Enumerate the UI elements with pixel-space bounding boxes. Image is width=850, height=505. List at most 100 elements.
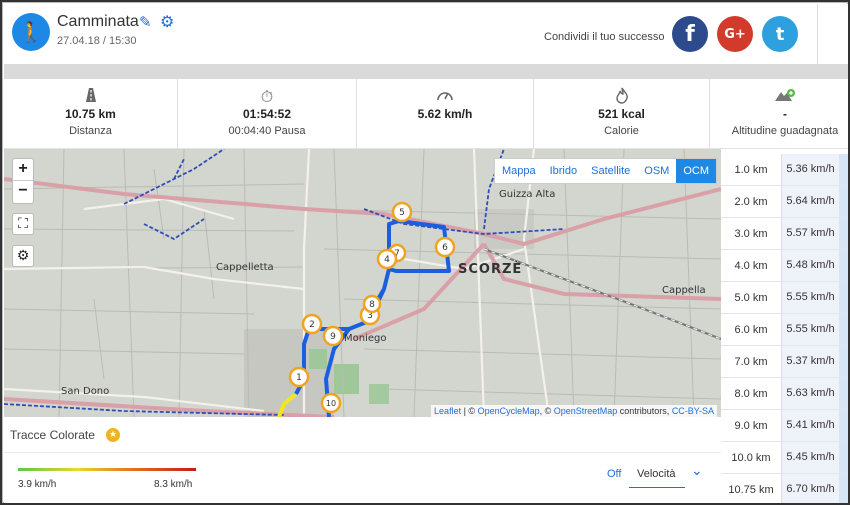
- split-bar: [839, 474, 848, 503]
- stat-duration: ⏱ 01:54:52 00:04:40 Pausa: [178, 79, 357, 149]
- speedometer-icon: [357, 87, 533, 107]
- split-bar: [839, 442, 848, 473]
- activity-title: Camminata: [57, 13, 139, 30]
- layer-ibrido[interactable]: Ibrido: [543, 159, 585, 183]
- stat-label: Altitudine guadagnata: [731, 125, 839, 137]
- split-speed: 5.63 km/h: [781, 378, 839, 409]
- split-bar: [839, 250, 848, 281]
- table-row: 9.0 km 5.41 km/h: [721, 410, 848, 442]
- layer-satellite[interactable]: Satellite: [584, 159, 637, 183]
- layer-mappa[interactable]: Mappa: [495, 159, 543, 183]
- split-bar: [839, 186, 848, 217]
- split-speed: 5.64 km/h: [781, 186, 839, 217]
- place-label-scorze: SCORZÈ: [458, 261, 522, 277]
- stat-value: 10.75 km: [65, 107, 116, 121]
- chevron-down-icon[interactable]: ⌄: [691, 463, 703, 479]
- leaflet-link[interactable]: Leaflet: [434, 406, 461, 416]
- split-bar: [839, 154, 848, 185]
- place-label-cappella: Cappella: [662, 285, 706, 296]
- layer-osm[interactable]: OSM: [637, 159, 676, 183]
- googleplus-share-button[interactable]: G+: [717, 16, 753, 52]
- split-distance: 4.0 km: [734, 260, 768, 272]
- opencyclemap-link[interactable]: OpenCycleMap: [478, 406, 540, 416]
- stat-calories: 521 kcal Calorie: [534, 79, 710, 149]
- split-speed: 5.55 km/h: [781, 282, 839, 313]
- split-speed: 5.45 km/h: [781, 442, 839, 473]
- split-bar: [839, 346, 848, 377]
- route-marker[interactable]: 10: [320, 392, 342, 414]
- fullscreen-icon[interactable]: ⛶: [12, 213, 34, 235]
- table-row: 8.0 km 5.63 km/h: [721, 378, 848, 410]
- gear-icon[interactable]: ⚙: [160, 12, 174, 32]
- attribution-text: | ©: [461, 406, 478, 416]
- place-label-guizza-alta: Guizza Alta: [499, 189, 555, 200]
- flame-icon: [534, 87, 709, 108]
- tracks-off-button[interactable]: Off: [607, 468, 621, 480]
- svg-text:9: 9: [330, 332, 336, 342]
- svg-text:5: 5: [399, 208, 405, 218]
- stat-speed: 5.62 km/h: [357, 79, 534, 149]
- place-label-cappelletta: Cappelletta: [216, 262, 274, 273]
- split-bar: [839, 410, 848, 441]
- zoom-out-button[interactable]: −: [13, 181, 33, 203]
- share-text: Condividi il tuo successo: [544, 31, 665, 43]
- split-bar: [839, 282, 848, 313]
- route-marker[interactable]: 5: [391, 201, 413, 223]
- layer-switcher: Mappa Ibrido Satellite OSM OCM: [493, 158, 717, 184]
- split-speed: 5.41 km/h: [781, 410, 839, 441]
- split-speed: 5.36 km/h: [781, 154, 839, 185]
- split-distance: 1.0 km: [734, 164, 768, 176]
- split-distance: 5.0 km: [734, 292, 768, 304]
- twitter-share-button[interactable]: t: [762, 16, 798, 52]
- zoom-control: + −: [12, 158, 34, 204]
- split-speed: 6.70 km/h: [781, 474, 839, 503]
- table-row: 10.75 km 6.70 km/h: [721, 474, 848, 503]
- layer-ocm[interactable]: OCM: [676, 159, 716, 183]
- split-speed: 5.37 km/h: [781, 346, 839, 377]
- attribution-text: contributors,: [617, 406, 672, 416]
- place-label-san-dono: San Dono: [61, 386, 109, 397]
- stat-elevation: - Altitudine guadagnata: [710, 79, 848, 149]
- route-marker[interactable]: 1: [288, 366, 310, 388]
- route-marker[interactable]: 9: [322, 325, 344, 347]
- svg-text:8: 8: [369, 300, 375, 310]
- split-distance: 6.0 km: [734, 324, 768, 336]
- mountain-up-icon: [710, 87, 848, 107]
- activity-header: 🚶 Camminata ✎ ⚙ 27.04.18 / 15:30 Condivi…: [4, 4, 848, 64]
- table-row: 6.0 km 5.55 km/h: [721, 314, 848, 346]
- stopwatch-icon: ⏱: [260, 87, 274, 106]
- svg-text:1: 1: [296, 373, 302, 383]
- route-marker[interactable]: 2: [301, 313, 323, 335]
- split-bar: [839, 218, 848, 249]
- colored-tracks-title: Tracce Colorate: [10, 428, 95, 442]
- table-row: 5.0 km 5.55 km/h: [721, 282, 848, 314]
- zoom-in-button[interactable]: +: [13, 159, 33, 181]
- pencil-icon[interactable]: ✎: [139, 13, 152, 31]
- split-bar: [839, 314, 848, 345]
- stat-label: 00:04:40 Pausa: [228, 125, 306, 137]
- openstreetmap-link[interactable]: OpenStreetMap: [554, 406, 618, 416]
- split-distance: 3.0 km: [734, 228, 768, 240]
- table-row: 7.0 km 5.37 km/h: [721, 346, 848, 378]
- split-distance: 9.0 km: [734, 420, 768, 432]
- stat-value: -: [783, 107, 787, 121]
- split-distance: 10.0 km: [731, 452, 771, 464]
- gear-icon[interactable]: ⚙: [12, 245, 34, 267]
- route-map[interactable]: Cappelletta SCORZÈ Guizza Alta Cappella …: [4, 149, 721, 417]
- table-row: 2.0 km 5.64 km/h: [721, 186, 848, 218]
- split-bar: [839, 378, 848, 409]
- route-marker[interactable]: 8: [362, 294, 382, 314]
- split-speed: 5.57 km/h: [781, 218, 839, 249]
- split-distance: 8.0 km: [734, 388, 768, 400]
- license-link[interactable]: CC-BY-SA: [672, 406, 714, 416]
- route-marker[interactable]: 6: [434, 236, 456, 258]
- split-speed: 5.48 km/h: [781, 250, 839, 281]
- place-label-moniego: Moniego: [344, 333, 386, 344]
- route-marker[interactable]: 4: [376, 248, 398, 270]
- split-distance: 10.75 km: [728, 484, 774, 496]
- stat-distance: 10.75 km Distanza: [4, 79, 178, 149]
- facebook-share-button[interactable]: f: [672, 16, 708, 52]
- road-icon: [4, 87, 177, 107]
- speed-max-label: 8.3 km/h: [154, 479, 193, 490]
- track-metric-select[interactable]: Velocità: [629, 464, 685, 488]
